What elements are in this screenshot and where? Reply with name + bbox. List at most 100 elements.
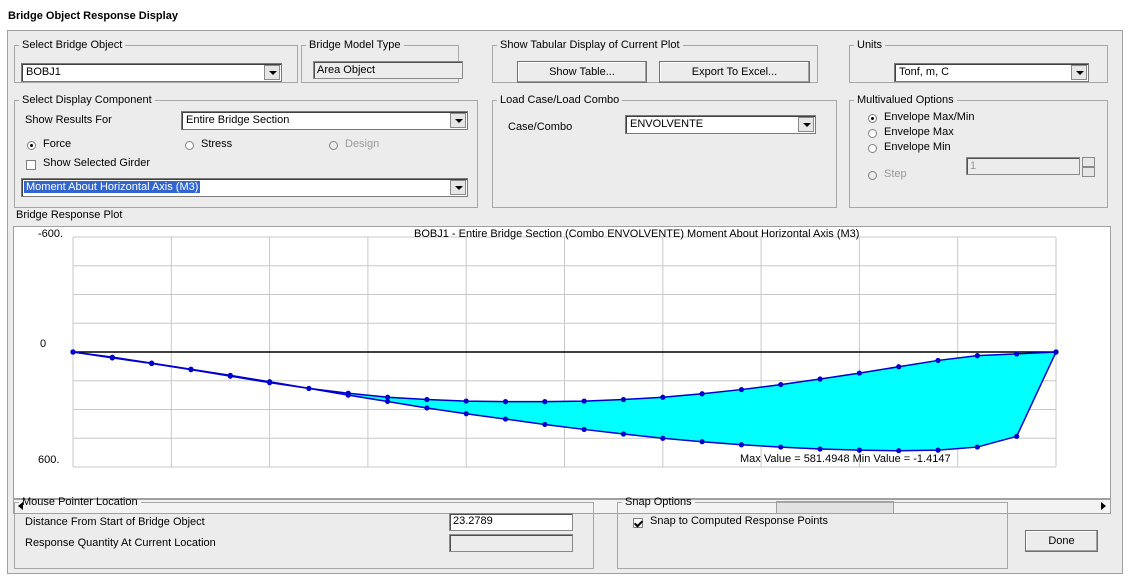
chevron-down-icon[interactable]	[450, 113, 466, 128]
series-2-point	[856, 370, 863, 376]
bridge-model-type-field: Area Object	[313, 61, 463, 79]
series-2-point	[817, 376, 823, 382]
envelope-max-label: Envelope Max	[884, 126, 954, 138]
chevron-down-icon[interactable]	[1071, 65, 1087, 80]
series-2-point	[149, 360, 155, 367]
design-radio[interactable]	[329, 141, 338, 150]
bridge-response-plot[interactable]: -600. BOBJ1 - Entire Bridge Section (Com…	[13, 226, 1111, 499]
snap-checkbox[interactable]	[633, 518, 643, 528]
series-2-point	[1053, 349, 1059, 355]
distance-value: 23.2789	[453, 515, 493, 527]
series-1-point	[424, 405, 430, 411]
step-value: 1	[970, 160, 977, 172]
series-2-point	[502, 399, 509, 405]
show-results-value: Entire Bridge Section	[186, 114, 290, 126]
show-selected-girder-label: Show Selected Girder	[43, 157, 150, 169]
series-2-point	[778, 381, 784, 388]
series-1-point	[974, 444, 980, 450]
snap-label: Snap to Computed Response Points	[650, 515, 828, 527]
y-axis-zero-label: 0	[40, 338, 47, 350]
series-2-point	[896, 364, 902, 370]
display-component-legend: Select Display Component	[22, 94, 152, 106]
mouse-pointer-group: Mouse Pointer Location	[14, 496, 594, 569]
series-1-point	[1014, 433, 1020, 439]
force-label: Force	[43, 138, 72, 150]
series-2-point	[581, 398, 587, 404]
chevron-down-icon[interactable]	[450, 180, 466, 195]
select-bridge-object-legend: Select Bridge Object	[22, 39, 123, 51]
spinner-down-icon[interactable]	[1082, 167, 1095, 177]
bridge-object-value: BOBJ1	[26, 66, 61, 78]
stress-label: Stress	[201, 138, 233, 150]
done-button[interactable]: Done	[1025, 530, 1098, 552]
y-axis-bottom-label: 600.	[38, 454, 60, 466]
multivalued-options-legend: Multivalued Options	[857, 94, 954, 106]
y-axis-top-label: -600.	[38, 228, 64, 240]
series-1-point	[463, 411, 469, 417]
spinner-up-icon[interactable]	[1082, 157, 1095, 167]
series-2-point	[542, 399, 548, 405]
series-2-point	[227, 373, 233, 379]
mouse-pointer-legend: Mouse Pointer Location	[22, 496, 138, 508]
series-2-point	[974, 353, 980, 359]
scroll-right-icon[interactable]	[1101, 502, 1106, 510]
show-results-dropdown[interactable]: Entire Bridge Section	[181, 111, 468, 130]
show-table-button[interactable]: Show Table...	[517, 61, 647, 83]
series-2-point	[188, 367, 194, 373]
series-1-point	[660, 435, 666, 441]
series-2-point	[384, 394, 391, 400]
step-label: Step	[884, 168, 907, 180]
component-dropdown[interactable]: Moment About Horizontal Axis (M3)	[21, 178, 468, 197]
envelope-max-radio[interactable]	[868, 129, 877, 138]
load-case-legend: Load Case/Load Combo	[500, 94, 620, 106]
series-2-point	[109, 355, 115, 361]
series-2-point	[424, 396, 430, 403]
dialog-body: Select Bridge Object BOBJ1 Bridge Model …	[7, 30, 1123, 574]
series-1-point	[581, 426, 587, 433]
envelope-min-radio[interactable]	[868, 144, 877, 153]
series-1-point	[817, 446, 823, 452]
window-title: Bridge Object Response Display	[8, 10, 178, 22]
snap-options-group: Snap Options	[617, 496, 1008, 569]
load-case-group: Load Case/Load Combo	[492, 94, 837, 208]
units-dropdown[interactable]: Tonf, m, C	[894, 63, 1089, 82]
tabular-display-legend: Show Tabular Display of Current Plot	[500, 39, 680, 51]
snap-options-legend: Snap Options	[625, 496, 692, 508]
show-results-label: Show Results For	[25, 114, 112, 126]
export-to-excel-button[interactable]: Export To Excel...	[659, 61, 810, 83]
chevron-down-icon[interactable]	[798, 117, 814, 132]
stress-radio[interactable]	[185, 141, 194, 150]
series-2-point	[699, 391, 705, 397]
force-radio[interactable]	[27, 141, 36, 150]
series-1-point	[542, 421, 548, 428]
units-value: Tonf, m, C	[899, 66, 950, 78]
series-1-point	[778, 444, 784, 450]
chevron-down-icon[interactable]	[264, 65, 280, 80]
design-label: Design	[345, 138, 380, 150]
step-radio[interactable]	[868, 171, 877, 180]
case-combo-label: Case/Combo	[508, 121, 573, 133]
series-2-point	[70, 349, 76, 355]
series-2-point	[660, 394, 666, 400]
distance-label: Distance From Start of Bridge Object	[25, 516, 205, 528]
case-combo-dropdown[interactable]: ENVOLVENTE	[625, 115, 816, 134]
series-2-point	[267, 380, 273, 386]
bridge-model-type-value: Area Object	[317, 64, 376, 76]
envelope-max-min-label: Envelope Max/Min	[884, 111, 975, 123]
series-2-point	[620, 396, 627, 403]
series-1-point	[738, 442, 745, 448]
plot-footer: Max Value = 581.4948 Min Value = -1.4147	[740, 453, 951, 465]
series-2-point	[1014, 351, 1020, 357]
series-1-point	[699, 439, 705, 445]
series-1-point	[620, 431, 627, 437]
envelope-max-min-radio[interactable]	[868, 114, 877, 123]
series-2-point	[306, 385, 312, 392]
distance-field[interactable]: 23.2789	[449, 513, 573, 531]
step-field[interactable]: 1	[966, 157, 1080, 175]
component-value: Moment About Horizontal Axis (M3)	[24, 181, 201, 193]
show-selected-girder-checkbox[interactable]	[26, 160, 36, 170]
bridge-object-dropdown[interactable]: BOBJ1	[21, 63, 282, 82]
case-combo-value: ENVOLVENTE	[630, 118, 704, 130]
step-spinner[interactable]	[1082, 157, 1095, 177]
response-quantity-field	[449, 534, 573, 552]
